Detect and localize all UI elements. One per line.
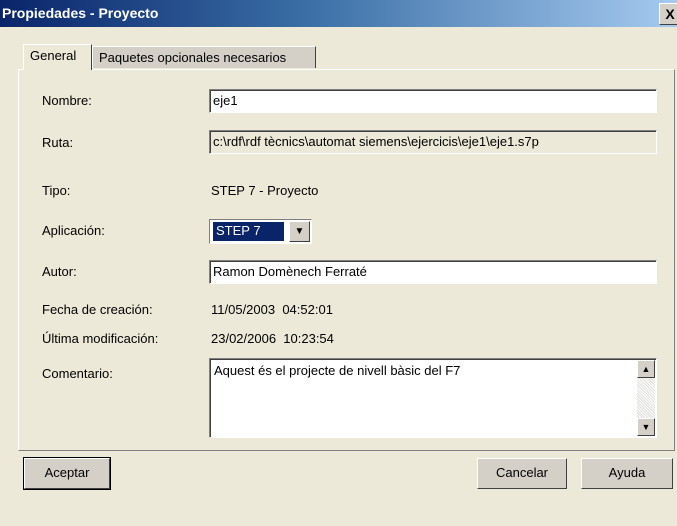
tipo-value: STEP 7 - Proyecto (211, 183, 319, 198)
ruta-field: c:\rdf\rdf tècnics\automat siemens\ejerc… (209, 130, 657, 154)
nombre-label: Nombre: (42, 93, 92, 108)
cancelar-label: Cancelar (495, 465, 549, 480)
tab-general-label: General (30, 48, 77, 63)
comentario-value: Aquest és el projecte de nivell bàsic de… (214, 363, 461, 378)
scroll-down-button[interactable]: ▼ (637, 418, 655, 436)
cancelar-button[interactable]: Cancelar (477, 458, 567, 489)
tab-paquetes-label: Paquetes opcionales necesarios (99, 50, 287, 65)
ayuda-label: Ayuda (608, 465, 646, 480)
comentario-textarea[interactable]: Aquest és el projecte de nivell bàsic de… (209, 358, 657, 438)
tipo-label: Tipo: (42, 183, 71, 198)
tab-paquetes-opcionales[interactable]: Paquetes opcionales necesarios (92, 46, 316, 68)
arrow-down-icon: ▼ (641, 422, 651, 432)
fecha-creacion-value: 11/05/2003 04:52:01 (211, 302, 333, 317)
title-bar: Propiedades - Proyecto X (0, 0, 677, 27)
aplicacion-selected-value: STEP 7 (212, 221, 285, 242)
autor-label: Autor: (42, 264, 77, 279)
tab-general[interactable]: General (23, 44, 92, 70)
aceptar-label: Aceptar (44, 465, 90, 480)
aplicacion-label: Aplicación: (42, 223, 105, 238)
ruta-label: Ruta: (42, 135, 74, 150)
ayuda-button[interactable]: Ayuda (581, 458, 673, 489)
fecha-creacion-label: Fecha de creación: (42, 302, 153, 317)
autor-value: Ramon Domènech Ferraté (213, 264, 367, 279)
comentario-label: Comentario: (42, 366, 113, 381)
window-title: Propiedades - Proyecto (2, 5, 159, 21)
nombre-field[interactable]: eje1 (209, 89, 657, 113)
ultima-modificacion-label: Última modificación: (42, 331, 159, 346)
chevron-down-icon: ▼ (294, 226, 305, 237)
autor-field[interactable]: Ramon Domènech Ferraté (209, 260, 657, 284)
aplicacion-select[interactable]: STEP 7 ▼ (209, 219, 312, 244)
scroll-up-button[interactable]: ▲ (637, 360, 655, 378)
dropdown-button[interactable]: ▼ (289, 221, 310, 242)
comentario-scrollbar[interactable]: ▲ ▼ (637, 360, 655, 436)
close-button[interactable]: X (659, 3, 677, 25)
close-icon: X (665, 6, 675, 22)
nombre-value: eje1 (213, 93, 238, 108)
arrow-up-icon: ▲ (641, 364, 651, 374)
aceptar-button[interactable]: Aceptar (23, 457, 111, 490)
ruta-value: c:\rdf\rdf tècnics\automat siemens\ejerc… (213, 134, 539, 149)
ultima-modificacion-value: 23/02/2006 10:23:54 (211, 331, 334, 346)
